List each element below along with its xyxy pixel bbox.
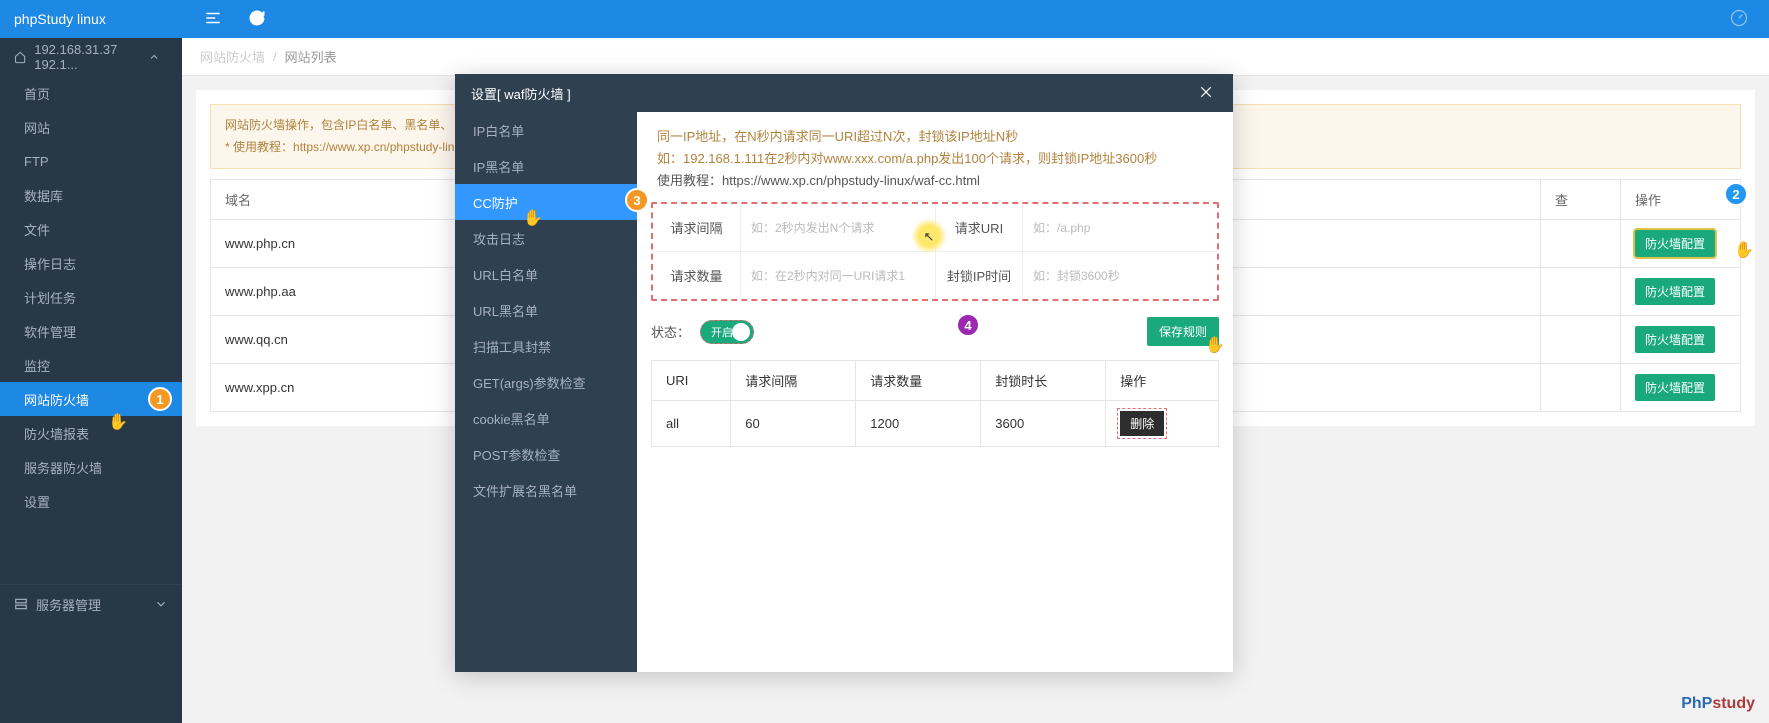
input-count[interactable]	[741, 252, 935, 299]
status-label: 状态：	[651, 322, 690, 341]
delete-rule-button[interactable]: 删除	[1120, 411, 1164, 436]
step-badge-1: 1	[148, 387, 172, 411]
sidebar-item-website[interactable]: 网站	[0, 110, 182, 144]
waf-settings-modal: 设置[ waf防火墙 ] IP白名单 IP黑名单 CC防护 3 ✋ 攻击日志 U…	[455, 74, 1233, 672]
sidebar-item-ftp[interactable]: FTP	[0, 144, 182, 178]
breadcrumb-parent[interactable]: 网站防火墙	[200, 47, 265, 66]
sidebar-item-oplog[interactable]: 操作日志	[0, 246, 182, 280]
config-waf-button[interactable]: 防火墙配置	[1635, 278, 1715, 305]
chevron-up-icon	[148, 50, 160, 64]
config-waf-button[interactable]: 防火墙配置	[1635, 326, 1715, 353]
tip-prefix: 使用教程：	[657, 173, 722, 188]
app-title: phpStudy linux	[0, 11, 182, 27]
cc-tip: 同一IP地址，在N秒内请求同一URI超过N次，封锁该IP地址N秒 如：192.1…	[651, 126, 1219, 202]
step-badge-2: 2	[1724, 182, 1748, 206]
sidebar-item-home[interactable]: 首页	[0, 76, 182, 110]
switch-on-text: 开启	[711, 324, 733, 340]
tip-line: 同一IP地址，在N秒内请求同一URI超过N次，封锁该IP地址N秒	[657, 126, 1213, 148]
tab-label: CC防护	[473, 193, 518, 212]
cursor-hand-icon: ✋	[1734, 240, 1752, 258]
sidebar-item-label: 网站防火墙	[24, 390, 89, 409]
tab-scan-ban[interactable]: 扫描工具封禁	[455, 328, 637, 364]
server-management[interactable]: 服务器管理	[0, 585, 182, 623]
cursor-hand-icon: ✋	[1205, 335, 1223, 353]
col-action: 操作 2	[1621, 180, 1741, 220]
tip-url-link[interactable]: https://www.xp.cn/phpstudy-linux/waf-cc.…	[722, 173, 980, 188]
home-icon	[14, 50, 26, 64]
tab-attack-log[interactable]: 攻击日志	[455, 220, 637, 256]
col-uri: URI	[652, 361, 731, 401]
rules-table: URI 请求间隔 请求数量 封锁时长 操作 all 60 1200 3600 删…	[651, 360, 1219, 447]
rule-interval: 60	[731, 401, 856, 447]
tip-line: 如：192.168.1.111在2秒内对www.xxx.com/a.php发出1…	[657, 148, 1213, 170]
server-selector[interactable]: 192.168.31.37 192.1...	[0, 38, 182, 76]
tab-get-args[interactable]: GET(args)参数检查	[455, 364, 637, 400]
col-count: 请求数量	[856, 361, 981, 401]
col-check: 查	[1541, 180, 1621, 220]
tab-ip-whitelist[interactable]: IP白名单	[455, 112, 637, 148]
tab-url-whitelist[interactable]: URL白名单	[455, 256, 637, 292]
rule-count: 1200	[856, 401, 981, 447]
config-waf-button[interactable]: 防火墙配置	[1635, 230, 1715, 257]
label-interval: 请求间隔	[653, 204, 741, 251]
sidebar-item-files[interactable]: 文件	[0, 212, 182, 246]
status-toggle[interactable]: 开启	[700, 320, 754, 344]
breadcrumb-current: 网站列表	[285, 47, 337, 66]
server-label: 192.168.31.37 192.1...	[34, 42, 148, 72]
modal-title: 设置[ waf防火墙 ]	[471, 84, 571, 103]
tab-ip-blacklist[interactable]: IP黑名单	[455, 148, 637, 184]
col-interval: 请求间隔	[731, 361, 856, 401]
label-block: 封锁IP时间	[935, 252, 1023, 299]
tab-ext-blacklist[interactable]: 文件扩展名黑名单	[455, 472, 637, 508]
input-block[interactable]	[1023, 252, 1217, 299]
label-uri: 请求URI	[935, 204, 1023, 251]
input-uri[interactable]	[1023, 204, 1217, 251]
menu-toggle-icon[interactable]	[204, 9, 222, 30]
rule-row: all 60 1200 3600 删除	[652, 401, 1219, 447]
sidebar-item-cron[interactable]: 计划任务	[0, 280, 182, 314]
tab-url-blacklist[interactable]: URL黑名单	[455, 292, 637, 328]
sidebar-item-software[interactable]: 软件管理	[0, 314, 182, 348]
refresh-icon[interactable]	[248, 9, 266, 30]
tab-cc-protection[interactable]: CC防护 3 ✋	[455, 184, 637, 220]
server-management-label: 服务器管理	[36, 595, 101, 614]
config-waf-button[interactable]: 防火墙配置	[1635, 374, 1715, 401]
col-action: 操作	[1106, 361, 1219, 401]
sidebar-item-serverfw[interactable]: 服务器防火墙	[0, 450, 182, 484]
step-badge-3: 3	[625, 188, 649, 212]
sidebar-item-waf[interactable]: 网站防火墙 1 ✋	[0, 382, 182, 416]
step-badge-4: 4	[956, 313, 980, 337]
sidebar-item-database[interactable]: 数据库	[0, 178, 182, 212]
rule-block: 3600	[981, 401, 1106, 447]
col-block: 封锁时长	[981, 361, 1106, 401]
page-tip-prefix: * 使用教程：	[225, 140, 293, 154]
sidebar-item-settings[interactable]: 设置	[0, 484, 182, 518]
tab-cookie-blacklist[interactable]: cookie黑名单	[455, 400, 637, 436]
dashboard-icon[interactable]	[1729, 8, 1769, 31]
label-count: 请求数量	[653, 252, 741, 299]
breadcrumb: 网站防火墙 / 网站列表	[182, 38, 1769, 76]
page-tip-url[interactable]: https://www.xp.cn/phpstudy-lin	[293, 140, 454, 154]
input-interval[interactable]	[741, 204, 935, 251]
server-icon	[14, 597, 28, 611]
tab-post-check[interactable]: POST参数检查	[455, 436, 637, 472]
phpstudy-logo: PhPstudy	[1681, 695, 1755, 713]
chevron-down-icon	[154, 597, 168, 611]
close-icon[interactable]	[1195, 81, 1217, 106]
rule-uri: all	[652, 401, 731, 447]
sidebar-item-wafreport[interactable]: 防火墙报表	[0, 416, 182, 450]
sidebar-item-monitor[interactable]: 监控	[0, 348, 182, 382]
switch-knob	[732, 323, 750, 341]
